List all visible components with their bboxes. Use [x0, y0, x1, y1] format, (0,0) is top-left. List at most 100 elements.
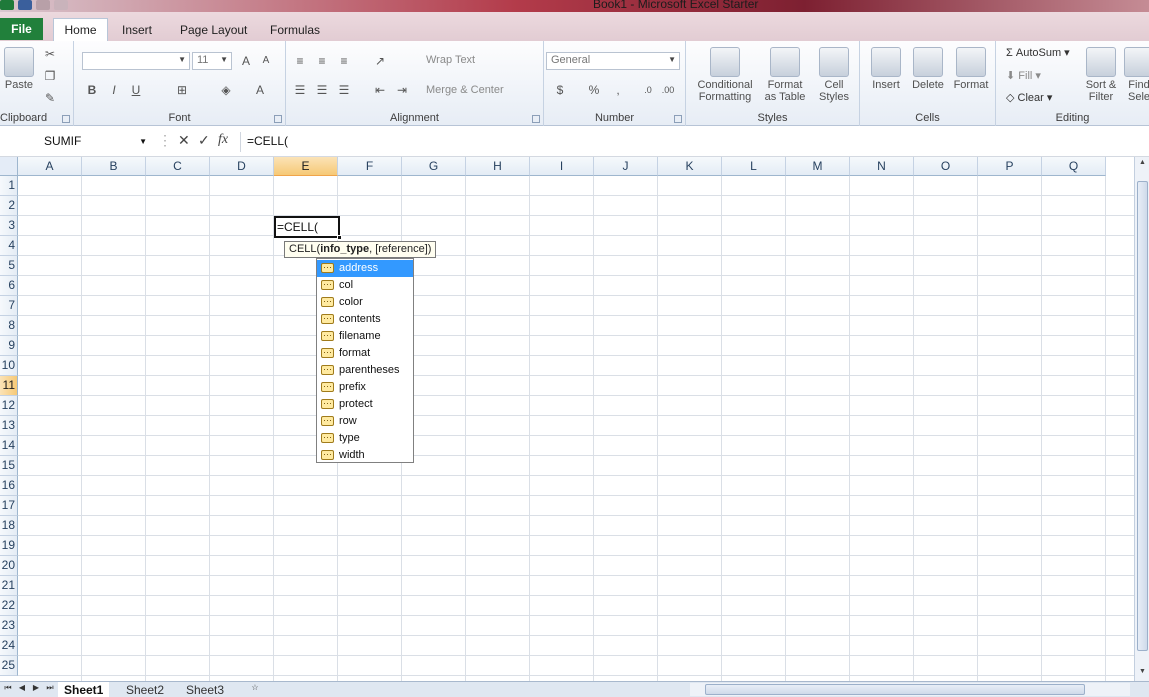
row-header-24[interactable]: 24	[0, 636, 18, 656]
font-launcher-icon[interactable]	[274, 115, 282, 123]
align-middle-icon[interactable]: ≡	[314, 54, 330, 68]
alignment-launcher-icon[interactable]	[532, 115, 540, 123]
shrink-font-icon[interactable]: A	[258, 54, 274, 68]
italic-button[interactable]: I	[106, 83, 122, 97]
column-header-l[interactable]: L	[722, 157, 786, 176]
align-bottom-icon[interactable]: ≡	[336, 54, 352, 68]
comma-button[interactable]: ,	[610, 83, 626, 97]
cell-styles-button[interactable]: Cell Styles	[812, 47, 856, 103]
row-header-25[interactable]: 25	[0, 656, 18, 676]
tooltip-current-arg[interactable]: info_type	[320, 243, 369, 255]
formula-bar-resize-icon[interactable]: ⋮	[158, 132, 172, 149]
scroll-up-icon[interactable]: ▲	[1137, 159, 1148, 170]
row-header-20[interactable]: 20	[0, 556, 18, 576]
conditional-formatting-button[interactable]: Conditional Formatting	[692, 47, 758, 103]
column-header-i[interactable]: I	[530, 157, 594, 176]
horizontal-scrollbar[interactable]	[690, 683, 1130, 696]
percent-button[interactable]: %	[586, 83, 602, 97]
clear-button[interactable]: ◇ Clear ▾	[1006, 91, 1052, 104]
orientation-icon[interactable]: ↗	[372, 54, 388, 68]
row-header-1[interactable]: 1	[0, 176, 18, 196]
fill-handle[interactable]	[337, 235, 342, 240]
horizontal-scroll-thumb[interactable]	[705, 684, 1085, 695]
fill-button[interactable]: ⬇ Fill ▾	[1006, 69, 1041, 82]
sheet-tab-2[interactable]: Sheet2	[120, 682, 170, 697]
row-header-2[interactable]: 2	[0, 196, 18, 216]
scroll-down-icon[interactable]: ▼	[1137, 668, 1148, 679]
column-header-o[interactable]: O	[914, 157, 978, 176]
select-all-corner[interactable]	[0, 157, 18, 176]
column-header-n[interactable]: N	[850, 157, 914, 176]
autocomplete-item[interactable]: protect	[317, 395, 413, 413]
decrease-indent-icon[interactable]: ⇤	[372, 83, 388, 97]
number-launcher-icon[interactable]	[674, 115, 682, 123]
row-header-7[interactable]: 7	[0, 296, 18, 316]
row-header-11[interactable]: 11	[0, 376, 18, 396]
name-box[interactable]: SUMIF ▼	[0, 132, 152, 152]
autocomplete-item[interactable]: type	[317, 429, 413, 447]
worksheet-grid[interactable]: ABCDEFGHIJKLMNOPQ 1 2 3 4 5 6 7 8 9 10 11 12 13 14 15 1…	[0, 157, 1134, 681]
underline-button[interactable]: U	[128, 83, 144, 97]
row-header-15[interactable]: 15	[0, 456, 18, 476]
column-header-a[interactable]: A	[18, 157, 82, 176]
undo-icon[interactable]	[36, 0, 50, 10]
align-right-icon[interactable]: ☰	[336, 83, 352, 97]
cut-icon[interactable]: ✂	[42, 47, 58, 61]
tab-formulas[interactable]: Formulas	[262, 20, 328, 41]
autocomplete-item[interactable]: address	[317, 259, 413, 277]
row-header-13[interactable]: 13	[0, 416, 18, 436]
format-painter-icon[interactable]: ✎	[42, 91, 58, 105]
autocomplete-item[interactable]: color	[317, 293, 413, 311]
column-header-f[interactable]: F	[338, 157, 402, 176]
autocomplete-item[interactable]: width	[317, 446, 413, 464]
decrease-decimal-icon[interactable]: .00	[660, 83, 676, 97]
autocomplete-list[interactable]: address col color contents filename format par…	[316, 258, 414, 463]
find-select-button[interactable]: Find Sele	[1122, 47, 1149, 103]
row-header-8[interactable]: 8	[0, 316, 18, 336]
merge-center-button[interactable]: Merge & Center	[426, 84, 504, 96]
row-header-21[interactable]: 21	[0, 576, 18, 596]
first-sheet-icon[interactable]: ⏮	[2, 683, 14, 695]
row-header-12[interactable]: 12	[0, 396, 18, 416]
format-button[interactable]: Format	[950, 47, 992, 91]
tab-page-layout[interactable]: Page Layout	[172, 20, 255, 41]
number-format-dropdown[interactable]: General ▼	[546, 52, 680, 70]
delete-button[interactable]: Delete	[908, 47, 948, 91]
column-header-j[interactable]: J	[594, 157, 658, 176]
insert-sheet-icon[interactable]: ☆	[248, 683, 262, 695]
grow-font-icon[interactable]: A	[238, 54, 254, 68]
row-header-17[interactable]: 17	[0, 496, 18, 516]
column-header-c[interactable]: C	[146, 157, 210, 176]
wrap-text-button[interactable]: Wrap Text	[426, 54, 475, 66]
align-top-icon[interactable]: ≡	[292, 54, 308, 68]
accounting-format-icon[interactable]: $	[552, 83, 568, 97]
row-header-23[interactable]: 23	[0, 616, 18, 636]
column-header-m[interactable]: M	[786, 157, 850, 176]
autocomplete-item[interactable]: parentheses	[317, 361, 413, 379]
sort-filter-button[interactable]: Sort & Filter	[1084, 47, 1118, 103]
clipboard-launcher-icon[interactable]	[62, 115, 70, 123]
column-header-q[interactable]: Q	[1042, 157, 1106, 176]
cancel-formula-button[interactable]: ✕	[178, 132, 190, 149]
row-header-10[interactable]: 10	[0, 356, 18, 376]
tab-home[interactable]: Home	[53, 18, 108, 41]
active-cell-e11[interactable]: =CELL(	[274, 216, 342, 240]
row-header-9[interactable]: 9	[0, 336, 18, 356]
insert-button[interactable]: Insert	[866, 47, 906, 91]
column-header-b[interactable]: B	[82, 157, 146, 176]
borders-icon[interactable]: ⊞	[174, 83, 190, 97]
enter-formula-button[interactable]: ✓	[198, 132, 210, 149]
increase-indent-icon[interactable]: ⇥	[394, 83, 410, 97]
sheet-tab-3[interactable]: Sheet3	[180, 682, 230, 697]
row-header-16[interactable]: 16	[0, 476, 18, 496]
column-header-g[interactable]: G	[402, 157, 466, 176]
font-name-dropdown[interactable]: ▼	[82, 52, 190, 70]
column-header-e[interactable]: E	[274, 157, 338, 176]
row-header-5[interactable]: 5	[0, 256, 18, 276]
row-header-19[interactable]: 19	[0, 536, 18, 556]
column-header-d[interactable]: D	[210, 157, 274, 176]
autocomplete-item[interactable]: prefix	[317, 378, 413, 396]
column-header-h[interactable]: H	[466, 157, 530, 176]
tab-insert[interactable]: Insert	[114, 20, 160, 41]
save-icon[interactable]	[18, 0, 32, 10]
